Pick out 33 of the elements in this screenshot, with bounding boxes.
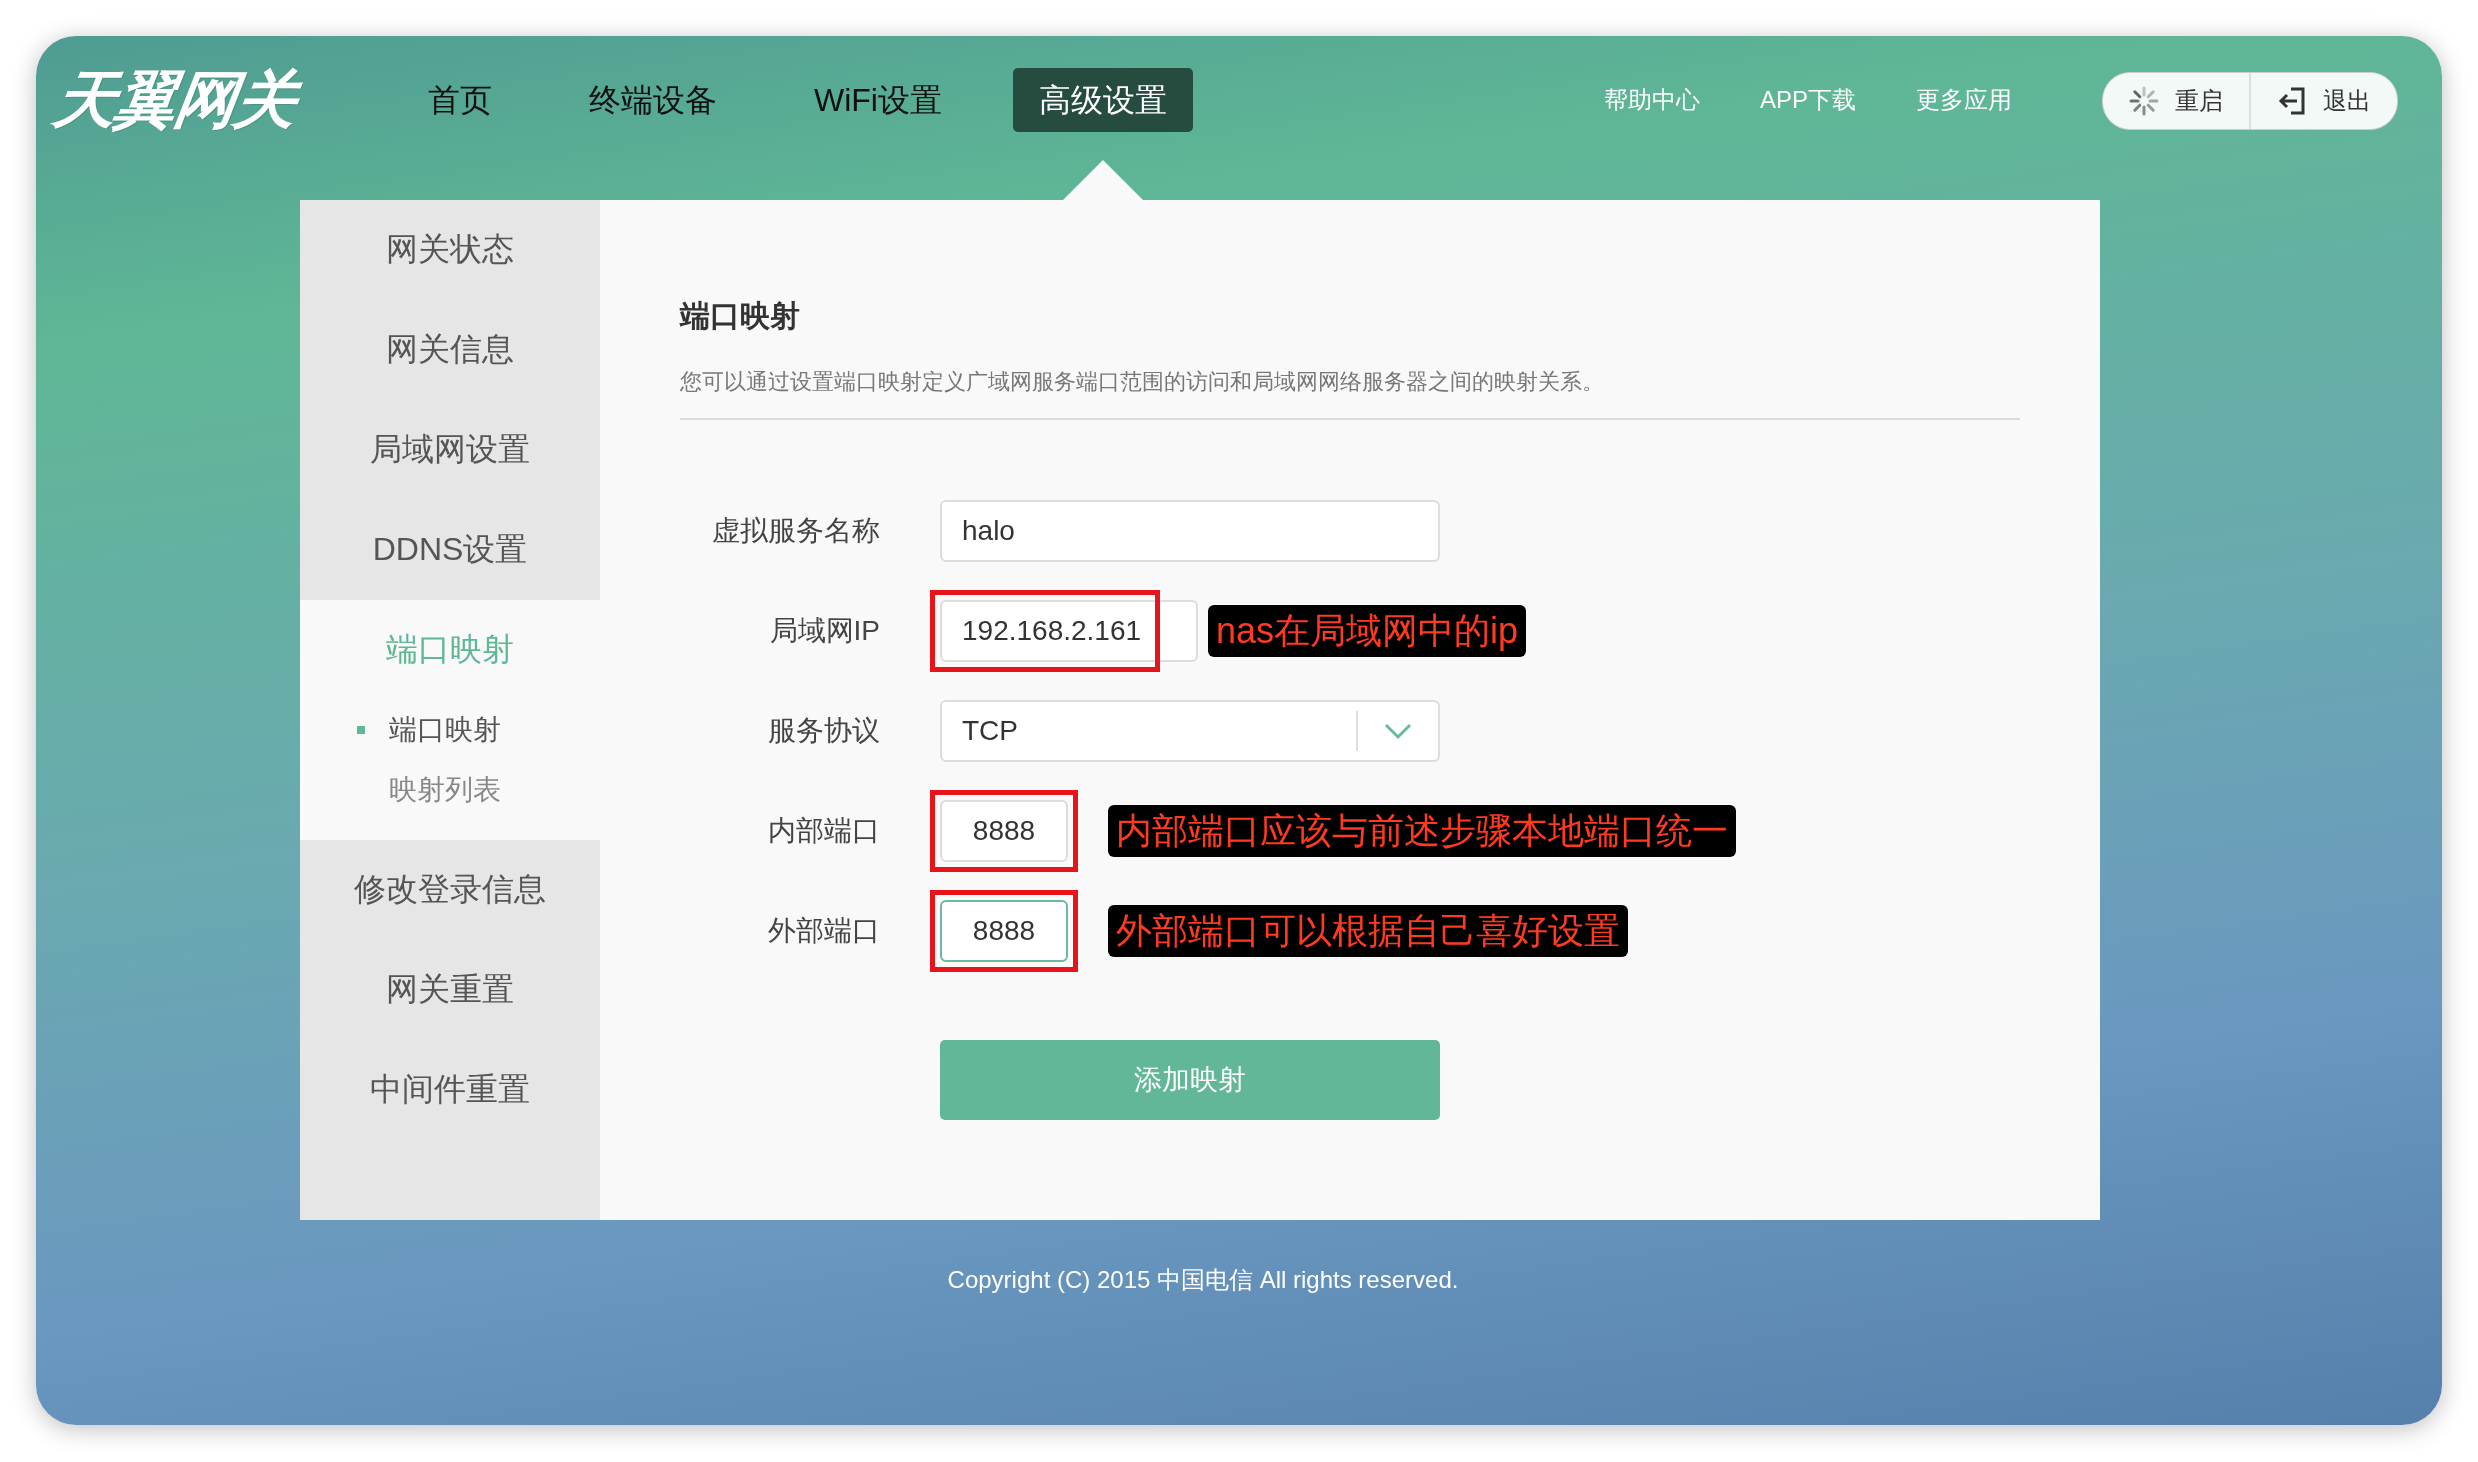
copyright-text: Copyright (C) 2015 中国电信 All rights reserved. bbox=[947, 1265, 1459, 1295]
input-field[interactable]: 192.168.2.161 bbox=[940, 600, 1198, 662]
protocol-select[interactable]: TCP bbox=[940, 700, 1440, 762]
section-title: 端口映射 bbox=[680, 300, 801, 332]
logout-icon bbox=[2277, 86, 2307, 116]
sidebar-item[interactable]: 网关信息 bbox=[300, 300, 600, 400]
nav-tab[interactable]: 终端设备 bbox=[563, 68, 743, 132]
input-field[interactable]: 8888 bbox=[940, 800, 1068, 862]
sidebar-subitem[interactable]: 映射列表 bbox=[300, 760, 600, 820]
sidebar-item[interactable]: 修改登录信息 bbox=[300, 840, 600, 940]
chevron-down-icon bbox=[1383, 722, 1413, 740]
field-label: 虚拟服务名称 bbox=[711, 514, 880, 548]
spinner-icon bbox=[2129, 86, 2159, 116]
sidebar-subitem[interactable]: 端口映射 bbox=[300, 700, 600, 760]
annotation-label: 外部端口可以根据自己喜好设置 bbox=[1108, 905, 1628, 957]
field-label: 内部端口 bbox=[767, 814, 880, 848]
annotation-label: 内部端口应该与前述步骤本地端口统一 bbox=[1108, 805, 1736, 857]
annotation-label: nas在局域网中的ip bbox=[1208, 605, 1527, 657]
section-description: 您可以通过设置端口映射定义广域网服务端口范围的访问和局域网网络服务器之间的映射关系。 bbox=[680, 368, 1605, 396]
sidebar-item[interactable]: 局域网设置 bbox=[300, 400, 600, 500]
nav-tab[interactable]: 首页 bbox=[402, 68, 518, 132]
field-label: 局域网IP bbox=[768, 614, 880, 648]
logout-button[interactable]: 退出 bbox=[2249, 73, 2397, 129]
input-field[interactable]: halo bbox=[940, 500, 1440, 562]
sidebar-item[interactable]: 中间件重置 bbox=[300, 1040, 600, 1140]
sidebar-item[interactable]: 网关重置 bbox=[300, 940, 600, 1040]
restart-button[interactable]: 重启 bbox=[2103, 73, 2249, 129]
input-field[interactable]: 8888 bbox=[940, 900, 1068, 962]
sidebar-item[interactable]: DDNS设置 bbox=[300, 500, 600, 600]
field-label: 服务协议 bbox=[767, 714, 880, 748]
nav-tab[interactable]: WiFi设置 bbox=[788, 68, 968, 132]
sidebar-item[interactable]: 网关状态 bbox=[300, 200, 600, 300]
field-label: 外部端口 bbox=[767, 914, 880, 948]
